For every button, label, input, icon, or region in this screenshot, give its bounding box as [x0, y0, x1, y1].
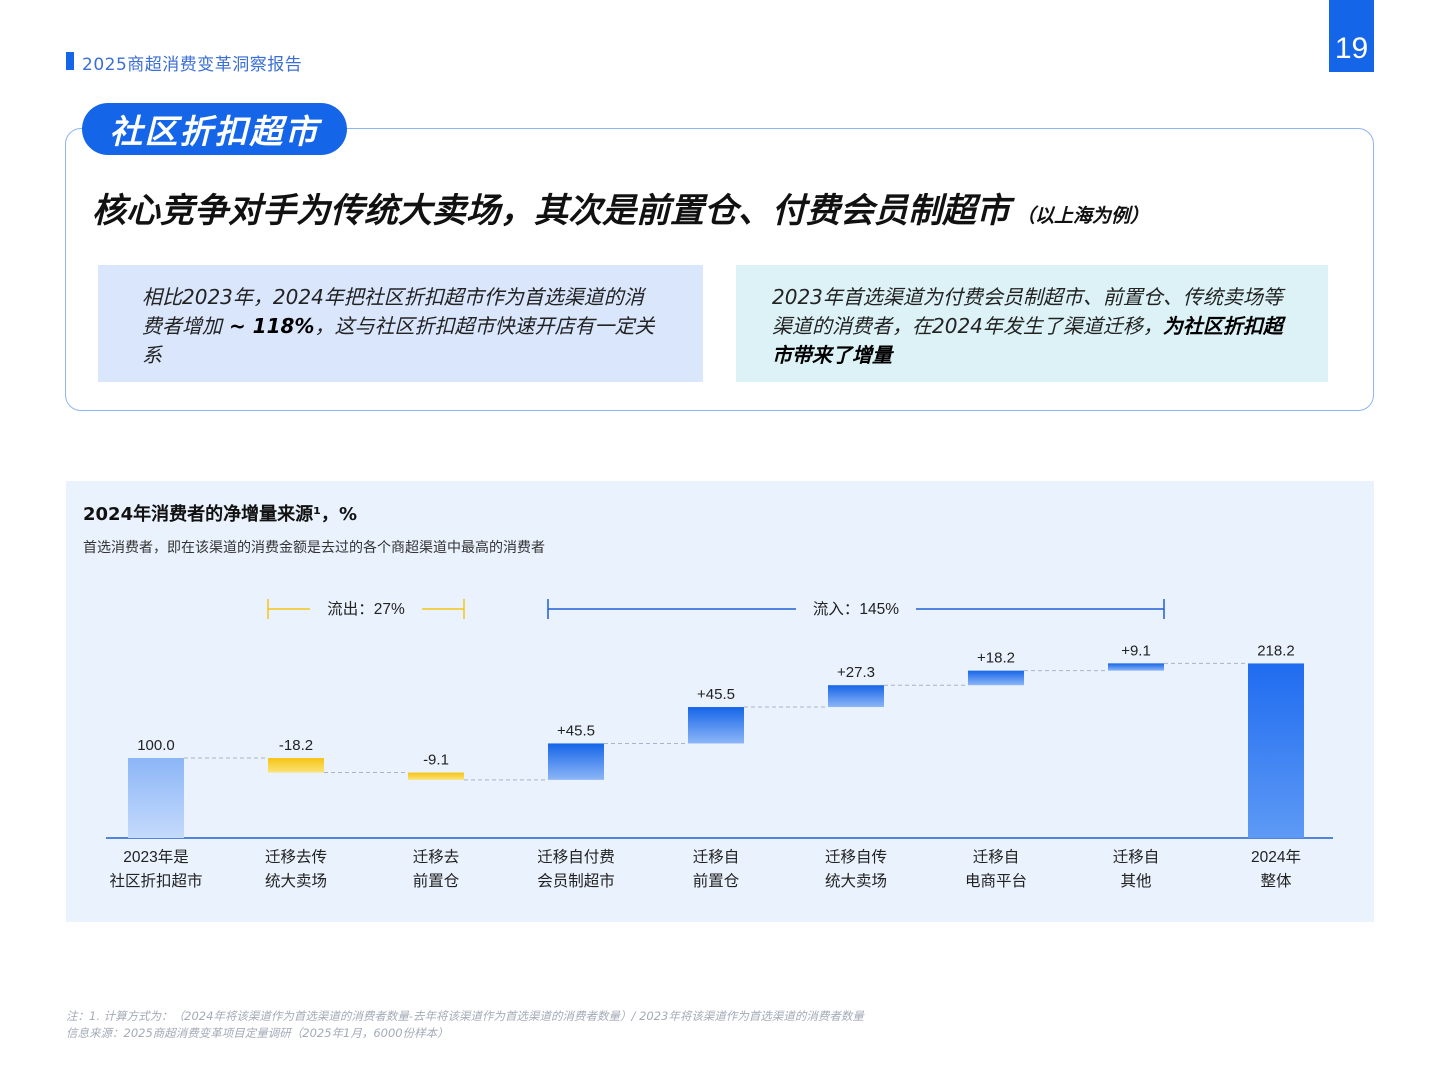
headline-note: （以上海为例） — [1016, 205, 1150, 227]
waterfall-bar — [688, 707, 744, 744]
category-label: 整体 — [1260, 872, 1292, 890]
category-label: 迁移自付费 — [537, 848, 615, 866]
page-number-text: 19 — [1334, 32, 1369, 65]
headline-text: 核心竞争对手为传统大卖场，其次是前置仓、付费会员制超市 — [92, 191, 1010, 231]
section-tag: 社区折扣超市 — [82, 103, 347, 155]
waterfall-chart: 100.0 2023年是社区折扣超市 -18.2 迁移去传统大卖场 -9.1 迁移去前置仓… — [106, 599, 1333, 890]
data-label: -9.1 — [423, 752, 449, 769]
waterfall-bar — [968, 670, 1024, 686]
insight-left-bold: ~ 118% — [222, 314, 315, 338]
category-label: 前置仓 — [693, 872, 740, 890]
headline: 核心竞争对手为传统大卖场，其次是前置仓、付费会员制超市 （以上海为例） — [92, 183, 1149, 232]
data-label: 100.0 — [137, 737, 175, 754]
waterfall-bar — [408, 772, 464, 780]
source-note: 信息来源：2025商超消费变革项目定量调研（2025年1月，6000份样本） — [66, 1026, 449, 1040]
waterfall-bar — [268, 758, 324, 773]
data-label: -18.2 — [279, 737, 313, 754]
category-label: 2024年 — [1251, 848, 1301, 866]
waterfall-bar — [1248, 663, 1304, 838]
data-label: +45.5 — [697, 686, 735, 703]
data-label: +45.5 — [557, 722, 595, 739]
insight-box-right: 2023年首选渠道为付费会员制超市、前置仓、传统卖场等渠道的消费者，在2024年… — [736, 265, 1328, 382]
bracket-label: 流入：145% — [813, 600, 899, 618]
bracket-label: 流出：27% — [327, 600, 405, 618]
category-label: 迁移自传 — [825, 848, 887, 866]
report-title: 2025商超消费变革洞察报告 — [82, 55, 303, 75]
category-label: 会员制超市 — [537, 872, 615, 890]
header-accent-bar — [66, 52, 74, 70]
category-label: 统大卖场 — [265, 872, 327, 890]
page-number: 19 — [1329, 0, 1374, 72]
insight-box-left: 相比2023年，2024年把社区折扣超市作为首选渠道的消费者增加 ~ 118%，… — [98, 265, 703, 382]
category-label: 社区折扣超市 — [109, 872, 202, 890]
waterfall-bar — [128, 758, 184, 838]
category-label: 迁移自 — [693, 848, 740, 866]
category-label: 迁移去传 — [265, 848, 327, 866]
category-label: 前置仓 — [413, 872, 460, 890]
category-label: 其他 — [1120, 872, 1151, 890]
waterfall-bar — [1108, 663, 1164, 671]
data-label: +9.1 — [1121, 642, 1151, 659]
category-label: 迁移自 — [1113, 848, 1160, 866]
category-label: 迁移去 — [413, 848, 460, 866]
data-label: +18.2 — [977, 650, 1015, 667]
footnote: 注：1. 计算方式为：（2024年将该渠道作为首选渠道的消费者数量-去年将该渠道… — [66, 1009, 864, 1023]
category-label: 迁移自 — [973, 848, 1020, 866]
data-label: +27.3 — [837, 664, 875, 681]
waterfall-bar — [828, 685, 884, 708]
data-label: 218.2 — [1257, 642, 1295, 659]
category-label: 电商平台 — [965, 872, 1027, 890]
category-label: 统大卖场 — [825, 872, 887, 890]
category-label: 2023年是 — [123, 848, 188, 866]
waterfall-bar — [548, 743, 604, 780]
